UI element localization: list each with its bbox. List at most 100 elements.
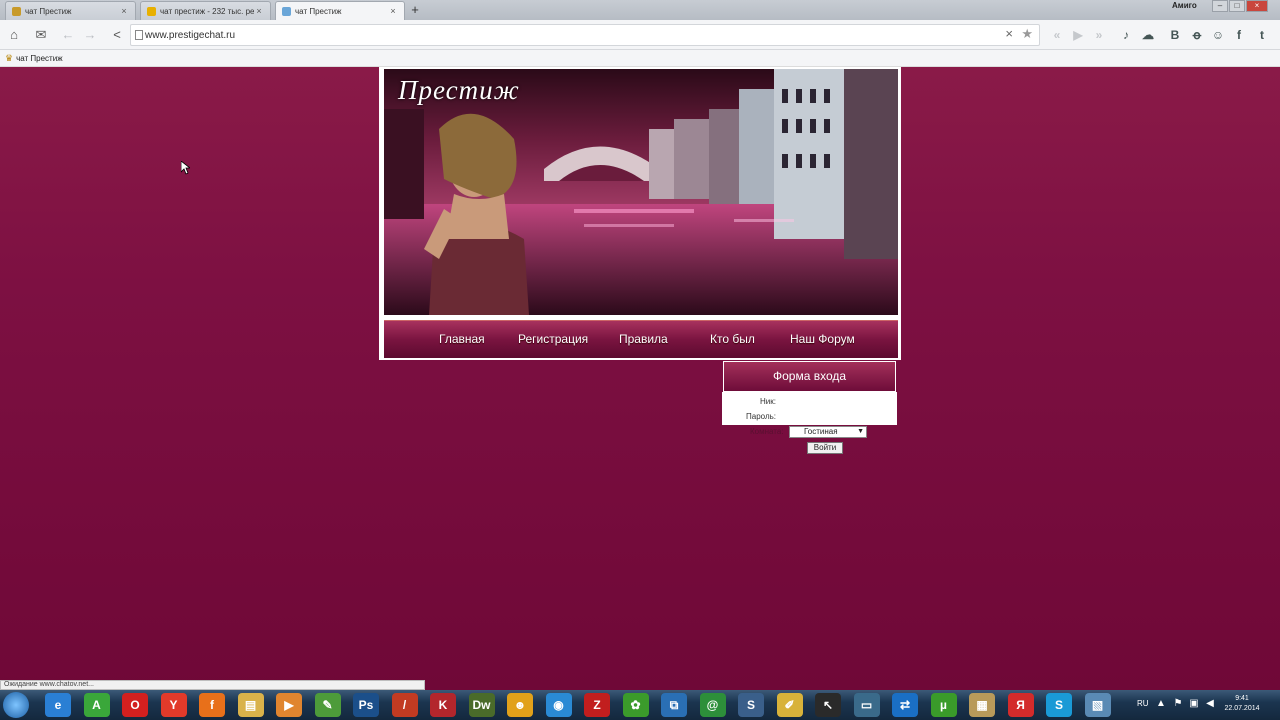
language-indicator[interactable]: RU [1137, 699, 1149, 708]
app-a-icon[interactable]: A [83, 693, 110, 717]
ruler-icon[interactable]: ✐ [776, 693, 803, 717]
search-app-icon[interactable]: ◉ [545, 693, 572, 717]
network-icon[interactable]: ▣ [1188, 698, 1200, 710]
menu-item-registration[interactable]: Регистрация [518, 332, 588, 346]
monitor-icon[interactable]: ▭ [853, 693, 880, 717]
bookmark-label: чат Престиж [16, 54, 63, 63]
tray-arrow-icon[interactable]: ▲ [1155, 698, 1167, 710]
share-icon[interactable]: < [107, 25, 127, 45]
flag-icon[interactable]: ⚑ [1172, 698, 1184, 710]
twitter-icon[interactable]: t [1252, 25, 1272, 45]
windows-taskbar: e A O Yf ▤ ▶ ✎ Ps / K Dw ☻ ◉ Z ✿ ⧉ @ S ✐ ↖ ▭ ⇄ µ ▦ Я S ▧ RU ▲ ⚑ ▣ … [0, 690, 1280, 720]
music-icon[interactable]: ♪ [1116, 25, 1136, 45]
tab-1[interactable]: чат Престиж × [5, 1, 136, 20]
vk-icon[interactable]: B [1165, 25, 1185, 45]
odnoklassniki-icon[interactable]: ꝋ [1187, 25, 1207, 45]
yandex-browser-icon[interactable]: Y [160, 693, 187, 717]
dreamweaver-icon[interactable]: Dw [468, 693, 495, 717]
tab-label: чат Престиж [25, 6, 72, 16]
mail-icon[interactable]: @ [699, 693, 726, 717]
page-content: Престиж Главная Регистрация Правила Кто … [0, 67, 1280, 690]
bookmark-item[interactable]: ♛ чат Престиж [5, 53, 63, 64]
utorrent-icon[interactable]: µ [930, 693, 957, 717]
site-container: Престиж Главная Регистрация Правила Кто … [379, 67, 901, 360]
chat-icon[interactable]: ☁ [1138, 25, 1158, 45]
agent-icon[interactable]: ☻ [507, 693, 533, 717]
tab-close-icon[interactable]: × [388, 6, 398, 16]
menu-item-who-was[interactable]: Кто был [710, 332, 755, 346]
close-window-button[interactable]: × [1246, 0, 1268, 12]
tab-close-icon[interactable]: × [254, 6, 264, 16]
clock-time: 9:41 [1235, 695, 1249, 702]
nick-input[interactable] [786, 396, 866, 407]
filezilla-icon[interactable]: Z [584, 693, 610, 717]
s-app-icon[interactable]: S [738, 693, 764, 717]
site-logo[interactable]: Престиж [398, 75, 520, 106]
yandex-icon[interactable]: Я [1007, 693, 1034, 717]
firefox-icon[interactable]: f [199, 693, 225, 717]
folder-icon[interactable]: ▤ [237, 693, 264, 717]
address-bar[interactable]: × ★ [130, 24, 1040, 46]
crown-icon: ♛ [5, 53, 14, 63]
login-button[interactable]: Войти [807, 442, 843, 454]
menu-item-forum[interactable]: Наш Форум [790, 332, 855, 346]
prev-track-icon[interactable]: « [1047, 25, 1067, 45]
new-tab-button[interactable]: + [406, 2, 424, 19]
archive-icon[interactable]: ▦ [969, 693, 995, 717]
opera-icon[interactable]: O [122, 693, 148, 717]
room-select-value: Гостиная [804, 427, 838, 436]
clear-url-icon[interactable]: × [1005, 26, 1013, 41]
page-icon [135, 30, 143, 40]
notes-icon[interactable]: ▧ [1084, 693, 1111, 717]
mail-agent-icon[interactable]: ☺ [1208, 25, 1228, 45]
nick-label: Ник: [760, 397, 776, 406]
screenshot-icon[interactable]: ⧉ [661, 693, 687, 717]
tab-2[interactable]: чат престиж - 232 тыс. рез × [140, 1, 271, 20]
minimize-button[interactable]: – [1212, 0, 1228, 12]
status-bar: Ожидание www.chatov.net... [0, 680, 425, 690]
room-label: Комната: [750, 427, 784, 436]
url-input[interactable] [145, 27, 985, 43]
header-banner: Престиж [384, 69, 898, 315]
login-form-body: Ник: Пароль: [722, 392, 897, 425]
browser-titlebar: чат Престиж × чат престиж - 232 тыс. рез… [0, 0, 1280, 20]
forward-icon[interactable]: → [80, 25, 100, 45]
password-input[interactable] [786, 411, 866, 422]
volume-icon[interactable]: ◀ [1204, 698, 1216, 710]
photoshop-icon[interactable]: Ps [353, 693, 379, 717]
password-label: Пароль: [746, 412, 776, 421]
skype-icon[interactable]: S [1046, 693, 1072, 717]
profile-name[interactable]: Амиго [1172, 1, 1197, 10]
play-icon[interactable]: ▶ [1068, 25, 1088, 45]
flash-icon[interactable]: / [391, 693, 418, 717]
next-track-icon[interactable]: » [1089, 25, 1109, 45]
tab-label: чат престиж - 232 тыс. рез [160, 6, 254, 16]
login-form: Форма входа Ник: Пароль: [722, 361, 897, 425]
room-select[interactable]: Гостиная ▼ [789, 426, 867, 438]
tab-close-icon[interactable]: × [119, 6, 129, 16]
dropdown-arrow-icon: ▼ [857, 428, 864, 435]
crown-icon [12, 6, 21, 16]
media-player-icon[interactable]: ▶ [276, 693, 302, 717]
system-clock[interactable]: 9:41 22.07.2014 [1222, 694, 1262, 714]
back-icon[interactable]: ← [58, 25, 78, 45]
teamviewer-icon[interactable]: ⇄ [892, 693, 918, 717]
tab-3-active[interactable]: чат Престиж × [275, 1, 405, 20]
mail-icon[interactable]: ✉ [31, 25, 51, 45]
icq-icon[interactable]: ✿ [622, 693, 649, 717]
main-menu: Главная Регистрация Правила Кто был Наш … [384, 320, 898, 358]
home-icon[interactable]: ⌂ [4, 25, 24, 45]
ie-icon[interactable]: e [45, 693, 71, 717]
maximize-button[interactable]: □ [1229, 0, 1245, 12]
bookmark-star-icon[interactable]: ★ [1021, 26, 1033, 42]
start-button[interactable] [3, 692, 29, 718]
facebook-icon[interactable]: f [1229, 25, 1249, 45]
kaspersky-icon[interactable]: K [430, 693, 456, 717]
menu-item-rules[interactable]: Правила [619, 332, 668, 346]
tab-label: чат Престиж [295, 6, 342, 16]
cursor-app-icon[interactable]: ↖ [815, 693, 841, 717]
notepad-icon[interactable]: ✎ [314, 693, 341, 717]
menu-item-home[interactable]: Главная [439, 332, 485, 346]
clock-date: 22.07.2014 [1224, 705, 1260, 712]
login-form-title: Форма входа [723, 361, 896, 392]
